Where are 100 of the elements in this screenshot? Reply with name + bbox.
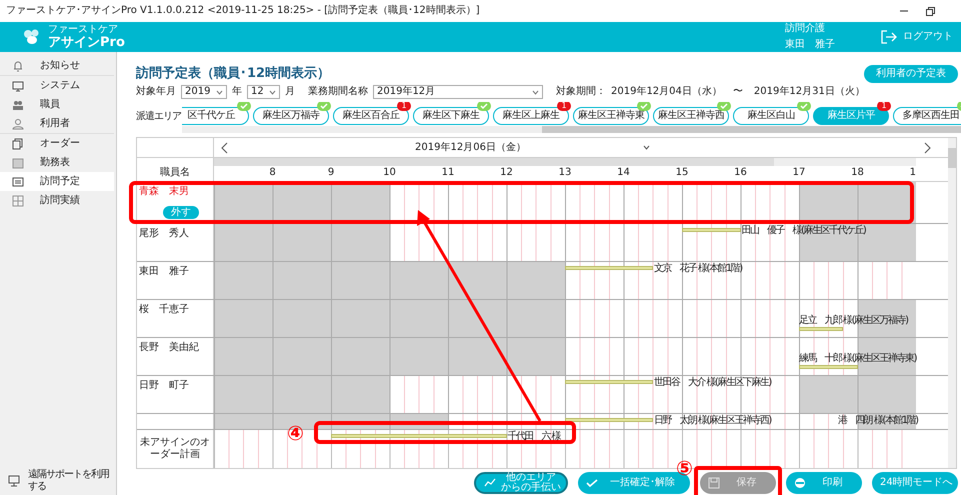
restore-icon[interactable] <box>926 6 935 16</box>
staff-name: 青森 末男 <box>139 186 190 198</box>
monitor-icon <box>12 80 24 92</box>
staff-name: 東田 雅子 <box>139 266 190 278</box>
visit-label: 日野 太朗 様(麻生区王禅寺西) <box>654 415 771 426</box>
area-tab[interactable]: 区千代ケ丘 <box>182 107 249 125</box>
area-tab[interactable]: 多摩区西生田 <box>893 107 961 125</box>
annotation-number: ④ <box>287 422 304 444</box>
sidebar-item[interactable]: 職員 <box>0 95 114 114</box>
range-label: 対象期間： <box>556 86 606 98</box>
visit-label: 練馬 十郎 様(麻生区王禅寺東) <box>799 353 916 364</box>
sidebar-item[interactable]: 勤務表 <box>0 153 114 172</box>
area-tab[interactable]: 麻生区万福寺 <box>253 107 329 125</box>
hour-label: 16 <box>734 167 747 179</box>
count-badge: 1 <box>877 102 891 111</box>
visit-label: 文京 花子 様(本館1階) <box>654 263 742 274</box>
check-badge-icon <box>637 102 651 111</box>
check-icon <box>586 477 598 489</box>
period-dropdown[interactable]: 2019年12月 <box>373 85 543 99</box>
caret-icon <box>216 90 223 94</box>
unassigned-orders-label: 未アサインのオーダー計画 <box>139 437 211 461</box>
scrollbar[interactable] <box>182 126 961 133</box>
caret-icon <box>269 90 276 94</box>
count-badge: 1 <box>557 102 571 111</box>
staff-name: 日野 町子 <box>139 380 190 392</box>
year-dropdown[interactable]: 2019 <box>181 85 227 99</box>
staff-name: 尾形 秀人 <box>139 228 190 240</box>
window-title: ファーストケア･アサインPro V1.1.0.0.212 <2019-11-25 18:25> - [訪問予定表（職員･12時間表示）] <box>6 5 480 17</box>
visit-bar[interactable] <box>565 266 653 270</box>
remote-support-link[interactable]: 遠隔サポートを利用する <box>0 469 114 493</box>
hour-label: 14 <box>617 167 630 179</box>
chart-icon <box>484 477 496 489</box>
hour-label: 11 <box>442 167 454 179</box>
staff-name: 長野 美由紀 <box>139 342 200 354</box>
area-tab[interactable]: 麻生区百合丘 <box>333 107 409 125</box>
service-name: 訪問介護 <box>785 23 826 35</box>
range-end: 2019年12月31日（火） <box>754 86 865 98</box>
hour-label: 18 <box>851 167 864 179</box>
area-tab[interactable]: 麻生区上麻生 <box>493 107 569 125</box>
sidebar-item[interactable]: 訪問予定 <box>0 172 114 191</box>
year-unit: 年 <box>232 86 242 98</box>
hour-label: 17 <box>792 167 806 179</box>
area-tab[interactable]: 麻生区白山 <box>733 107 809 125</box>
hour-label: 1 <box>910 167 916 179</box>
hour-label: 15 <box>676 167 688 179</box>
logo-subtitle: ファーストケア <box>48 24 119 36</box>
caret-icon <box>532 90 539 94</box>
hour-label: 9 <box>328 167 334 179</box>
logo-text: アサインPro <box>48 36 125 50</box>
people-icon <box>12 98 24 110</box>
save-icon <box>708 477 720 489</box>
visit-bar[interactable] <box>799 365 858 369</box>
previous-icon[interactable] <box>220 142 228 154</box>
calendar-icon <box>12 156 24 168</box>
monitor-icon <box>8 475 20 487</box>
period-name-label: 業務期間名称 <box>308 86 368 98</box>
next-icon[interactable] <box>924 142 932 154</box>
visit-label: 千代田 六 様 <box>508 431 560 442</box>
check-badge-icon <box>717 102 731 111</box>
range-separator: 〜 <box>732 86 743 98</box>
schedule-date: 2019年12月06日（金） <box>414 142 527 154</box>
check-badge-icon <box>237 102 251 111</box>
hour-label: 10 <box>383 167 396 179</box>
visit-bar[interactable] <box>799 327 843 331</box>
hour-label: 13 <box>558 167 572 179</box>
scrollbar[interactable] <box>948 138 956 468</box>
scrollbar[interactable] <box>214 158 916 166</box>
check-badge-icon <box>477 102 491 111</box>
bell-icon <box>12 60 24 72</box>
sidebar-item[interactable]: システム <box>0 76 114 95</box>
sidebar-item[interactable]: お知らせ <box>0 56 114 76</box>
person-icon <box>12 118 24 130</box>
staff-name: 桜 千恵子 <box>139 304 190 316</box>
visit-label: 足立 九郎 様(麻生区万福寺) <box>799 315 908 326</box>
month-dropdown[interactable]: 12 <box>247 85 280 99</box>
caret-icon[interactable] <box>643 145 650 150</box>
hour-label: 8 <box>269 167 276 179</box>
count-badge: 1 <box>397 102 411 111</box>
user-name: 東田 雅子 <box>785 39 835 51</box>
sidebar-item[interactable]: 訪問実績 <box>0 191 114 210</box>
visit-label: 港 四朗 様(本館1階) <box>838 415 918 426</box>
dispatch-area-label: 派遣エリア <box>136 110 182 122</box>
visit-bar[interactable] <box>682 228 740 232</box>
area-tab[interactable]: 麻生区王禅寺東 <box>573 107 649 125</box>
visit-bar[interactable] <box>565 418 653 422</box>
document-icon <box>12 176 24 188</box>
visit-bar[interactable] <box>331 434 506 438</box>
range-start: 2019年12月04日（水） <box>611 86 722 98</box>
area-tab[interactable]: 麻生区王禅寺西 <box>653 107 729 125</box>
page-title: 訪問予定表（職員･12時間表示） <box>136 68 330 80</box>
month-unit: 月 <box>285 86 295 98</box>
area-tab[interactable]: 麻生区下麻生 <box>413 107 489 125</box>
sidebar-item[interactable]: オーダー <box>0 134 114 153</box>
check-badge-icon <box>317 102 331 111</box>
sidebar-item[interactable]: 利用者 <box>0 114 114 134</box>
visit-bar[interactable] <box>565 380 653 384</box>
year-month-label: 対象年月 <box>136 86 176 98</box>
grid-icon <box>12 194 24 206</box>
hour-label: 12 <box>500 167 513 179</box>
check-badge-icon <box>797 102 811 111</box>
